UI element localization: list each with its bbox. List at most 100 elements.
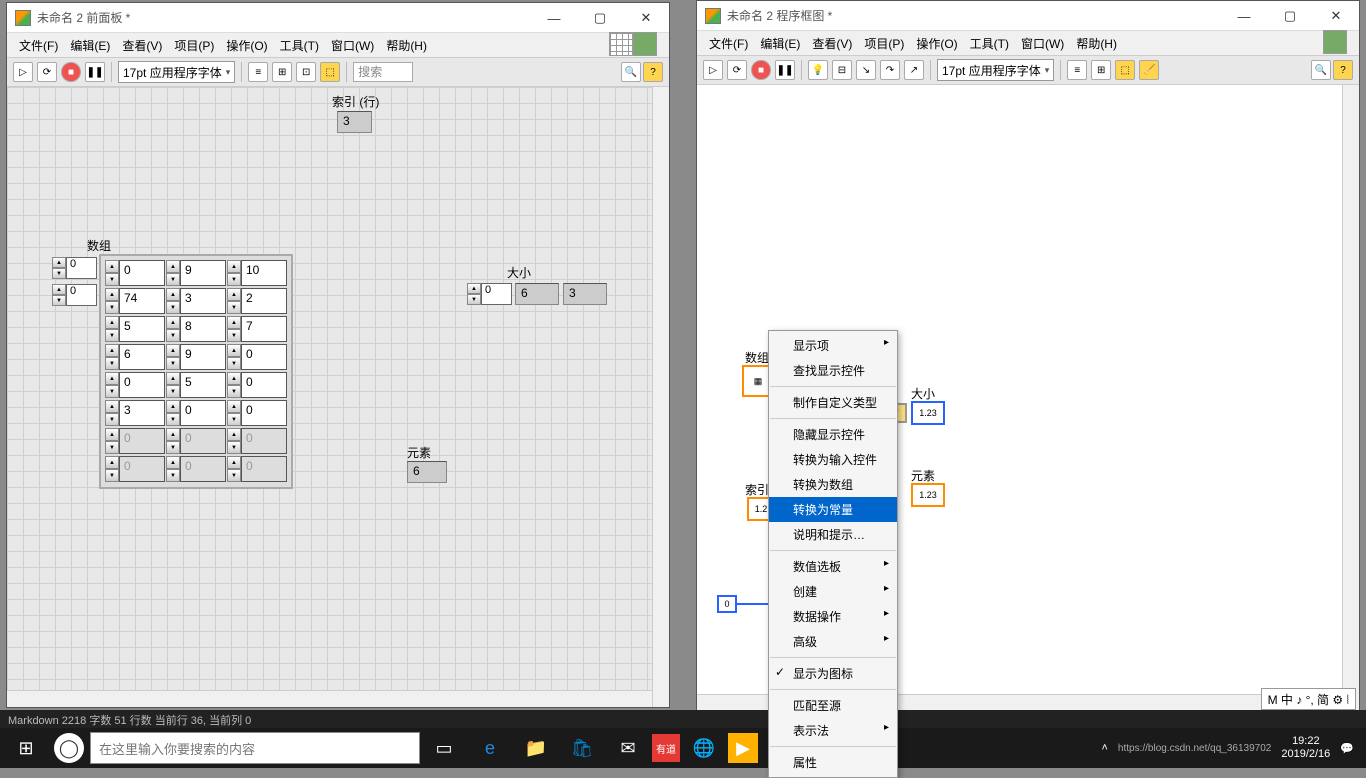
reorder-button[interactable]: ⬚ bbox=[1115, 60, 1135, 80]
mail-icon[interactable]: ✉ bbox=[606, 728, 650, 768]
chrome-icon[interactable]: 🌐 bbox=[682, 728, 726, 768]
menubar[interactable]: 文件(F) 编辑(E) 查看(V) 项目(P) 操作(O) 工具(T) 窗口(W… bbox=[697, 31, 1359, 55]
context-menu[interactable]: 显示项查找显示控件制作自定义类型隐藏显示控件转换为输入控件转换为数组转换为常量说… bbox=[768, 330, 898, 778]
menu-file[interactable]: 文件(F) bbox=[13, 35, 64, 56]
menubar[interactable]: 文件(F) 编辑(E) 查看(V) 项目(P) 操作(O) 工具(T) 窗口(W… bbox=[7, 33, 669, 57]
constant-zero[interactable]: 0 bbox=[717, 595, 737, 613]
array-cell[interactable]: ▲▼0 bbox=[105, 372, 165, 398]
array-cell[interactable]: ▲▼5 bbox=[105, 316, 165, 342]
menu-help[interactable]: 帮助(H) bbox=[1070, 33, 1123, 54]
run-button[interactable]: ▷ bbox=[13, 62, 33, 82]
menu-operate[interactable]: 操作(O) bbox=[910, 33, 963, 54]
menu-edit[interactable]: 编辑(E) bbox=[64, 35, 116, 56]
align-button[interactable]: ≡ bbox=[248, 62, 268, 82]
array-cell[interactable]: ▲▼0 bbox=[227, 344, 287, 370]
size-index[interactable]: ▲▼0 bbox=[467, 283, 512, 305]
font-select[interactable]: 17pt 应用程序字体 bbox=[118, 61, 235, 83]
context-menu-item[interactable]: 创建 bbox=[769, 579, 897, 604]
array-cell[interactable]: ▲▼5 bbox=[166, 372, 226, 398]
edge-icon[interactable]: e bbox=[468, 728, 512, 768]
search-icon[interactable]: 🔍 bbox=[621, 62, 641, 82]
array-cell[interactable]: ▲▼6 bbox=[105, 344, 165, 370]
taskbar-clock[interactable]: 19:222019/2/16 bbox=[1281, 735, 1330, 761]
menu-window[interactable]: 窗口(W) bbox=[325, 35, 380, 56]
font-select[interactable]: 17pt 应用程序字体 bbox=[937, 59, 1054, 81]
ime-toolbar[interactable]: M 中 ♪ °, 简 ⚙ ⦚ bbox=[1261, 688, 1356, 710]
context-menu-item[interactable]: 转换为数组 bbox=[769, 472, 897, 497]
titlebar[interactable]: 未命名 2 前面板 * — ▢ ✕ bbox=[7, 3, 669, 33]
maximize-button[interactable]: ▢ bbox=[577, 3, 623, 33]
array-cell[interactable]: ▲▼0 bbox=[227, 456, 287, 482]
step-over-button[interactable]: ↷ bbox=[880, 60, 900, 80]
close-button[interactable]: ✕ bbox=[623, 3, 669, 33]
context-menu-item[interactable]: 隐藏显示控件 bbox=[769, 422, 897, 447]
array-cell[interactable]: ▲▼0 bbox=[105, 428, 165, 454]
labview-task-icon[interactable]: ▶ bbox=[728, 733, 758, 763]
context-menu-item[interactable]: 制作自定义类型 bbox=[769, 390, 897, 415]
menu-window[interactable]: 窗口(W) bbox=[1015, 33, 1070, 54]
array-cell[interactable]: ▲▼0 bbox=[105, 456, 165, 482]
reorder-button[interactable]: ⬚ bbox=[320, 62, 340, 82]
array-cell[interactable]: ▲▼0 bbox=[105, 260, 165, 286]
context-menu-item[interactable]: 数值选板 bbox=[769, 554, 897, 579]
element-indicator[interactable]: 1.23 bbox=[911, 483, 945, 507]
run-cont-button[interactable]: ⟳ bbox=[727, 60, 747, 80]
search-icon[interactable]: 🔍 bbox=[1311, 60, 1331, 80]
context-menu-item[interactable]: 显示为图标 bbox=[769, 661, 897, 686]
minimize-button[interactable]: — bbox=[1221, 1, 1267, 31]
taskbar-search[interactable]: 在这里输入你要搜索的内容 bbox=[90, 732, 420, 764]
pause-button[interactable]: ❚❚ bbox=[85, 62, 105, 82]
maximize-button[interactable]: ▢ bbox=[1267, 1, 1313, 31]
minimize-button[interactable]: — bbox=[531, 3, 577, 33]
store-icon[interactable]: 🛍 bbox=[560, 728, 604, 768]
cleanup-button[interactable]: 🧹 bbox=[1139, 60, 1159, 80]
array-cell[interactable]: ▲▼0 bbox=[227, 428, 287, 454]
context-menu-item[interactable]: 数据操作 bbox=[769, 604, 897, 629]
array-cell[interactable]: ▲▼0 bbox=[166, 428, 226, 454]
array-cell[interactable]: ▲▼0 bbox=[166, 456, 226, 482]
search-input[interactable]: 搜索 bbox=[353, 62, 413, 82]
action-center-icon[interactable]: 💬 bbox=[1340, 742, 1354, 755]
array-cell[interactable]: ▲▼74 bbox=[105, 288, 165, 314]
abort-button[interactable]: ■ bbox=[751, 60, 771, 80]
array-cell[interactable]: ▲▼2 bbox=[227, 288, 287, 314]
array-cell[interactable]: ▲▼8 bbox=[166, 316, 226, 342]
scrollbar-vertical[interactable] bbox=[652, 87, 669, 707]
vi-icon[interactable] bbox=[609, 32, 633, 56]
abort-button[interactable]: ■ bbox=[61, 62, 81, 82]
context-menu-item[interactable]: 转换为输入控件 bbox=[769, 447, 897, 472]
context-menu-item[interactable]: 属性 bbox=[769, 750, 897, 775]
menu-view[interactable]: 查看(V) bbox=[806, 33, 858, 54]
front-canvas[interactable]: 索引 (行) 3 数组 ▲▼0 ▲▼0 ▲▼0▲▼9▲▼10▲▼74▲▼3▲▼2… bbox=[7, 87, 669, 707]
context-menu-item[interactable]: 说明和提示… bbox=[769, 522, 897, 547]
context-menu-item[interactable]: 查找显示控件 bbox=[769, 358, 897, 383]
task-view-icon[interactable]: ▭ bbox=[422, 728, 466, 768]
menu-help[interactable]: 帮助(H) bbox=[380, 35, 433, 56]
array-index-0[interactable]: ▲▼0 bbox=[52, 257, 97, 279]
context-menu-item[interactable]: 匹配至源 bbox=[769, 693, 897, 718]
array-cell[interactable]: ▲▼0 bbox=[227, 400, 287, 426]
array-cell[interactable]: ▲▼9 bbox=[166, 344, 226, 370]
context-menu-item[interactable]: 表示法 bbox=[769, 718, 897, 743]
run-button[interactable]: ▷ bbox=[703, 60, 723, 80]
highlight-button[interactable]: 💡 bbox=[808, 60, 828, 80]
array-index-1[interactable]: ▲▼0 bbox=[52, 284, 97, 306]
explorer-icon[interactable]: 📁 bbox=[514, 728, 558, 768]
menu-file[interactable]: 文件(F) bbox=[703, 33, 754, 54]
context-menu-item[interactable]: 高级 bbox=[769, 629, 897, 654]
retain-button[interactable]: ⊟ bbox=[832, 60, 852, 80]
context-menu-item[interactable]: 转换为常量 bbox=[769, 497, 897, 522]
menu-view[interactable]: 查看(V) bbox=[116, 35, 168, 56]
menu-project[interactable]: 项目(P) bbox=[858, 33, 910, 54]
youdao-icon[interactable]: 有道 bbox=[652, 734, 680, 762]
resize-button[interactable]: ⊡ bbox=[296, 62, 316, 82]
scrollbar-horizontal[interactable] bbox=[7, 690, 652, 707]
distribute-button[interactable]: ⊞ bbox=[272, 62, 292, 82]
menu-tools[interactable]: 工具(T) bbox=[274, 35, 325, 56]
menu-tools[interactable]: 工具(T) bbox=[964, 33, 1015, 54]
array-control[interactable]: ▲▼0▲▼9▲▼10▲▼74▲▼3▲▼2▲▼5▲▼8▲▼7▲▼6▲▼9▲▼0▲▼… bbox=[99, 254, 293, 489]
start-button[interactable]: ⊞ bbox=[4, 728, 48, 768]
menu-project[interactable]: 项目(P) bbox=[168, 35, 220, 56]
context-menu-item[interactable]: 显示项 bbox=[769, 333, 897, 358]
distribute-button[interactable]: ⊞ bbox=[1091, 60, 1111, 80]
